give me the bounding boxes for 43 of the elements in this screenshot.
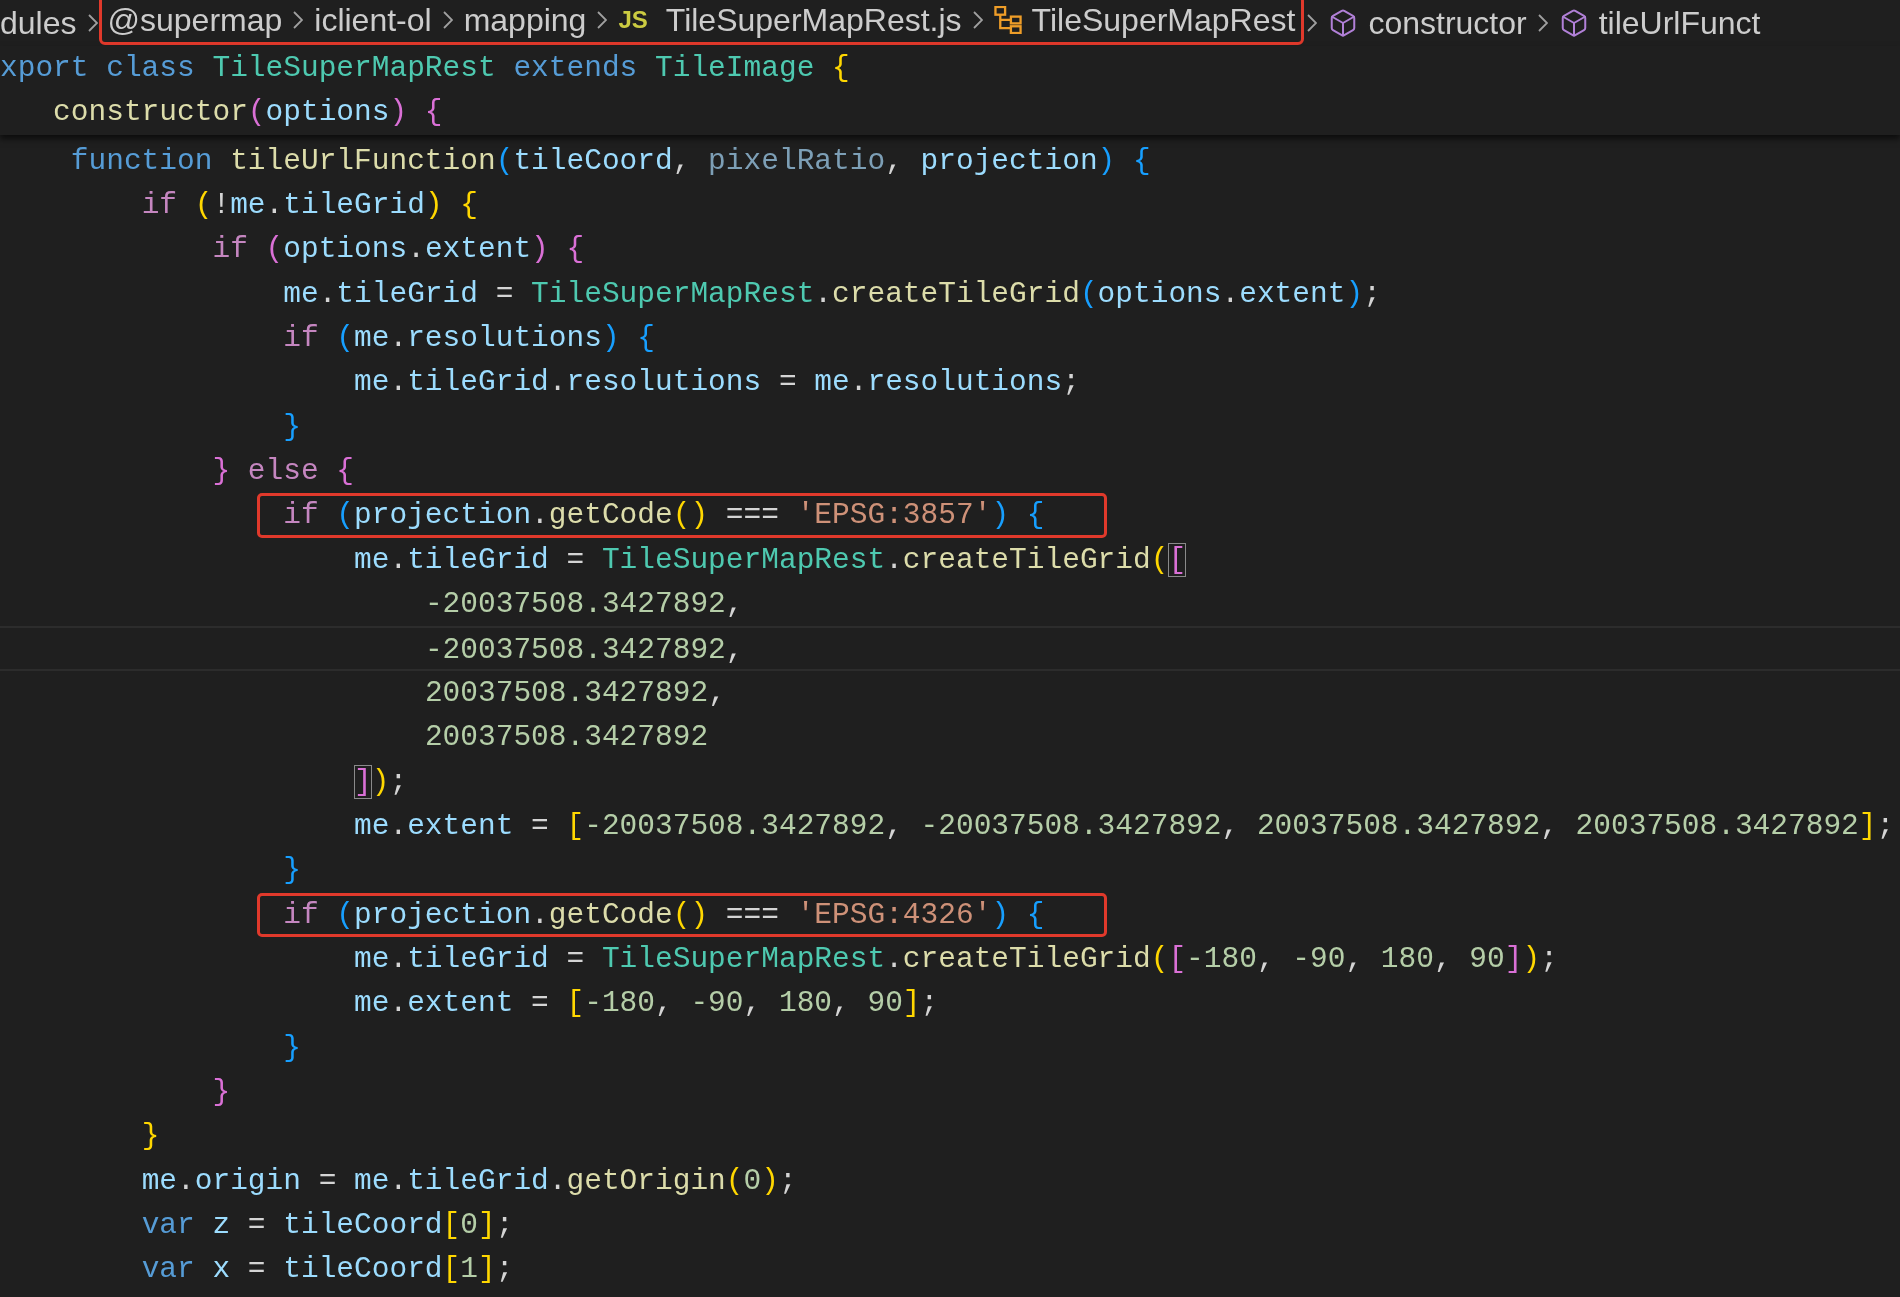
code-line: 20037508.3427892	[424, 719, 709, 757]
code-line: me.tileGrid = TileSuperMapRest.createTileGrid([	[354, 541, 1187, 579]
code-line: if (options.extent) {	[212, 231, 585, 269]
code-line: if (me.resolutions) {	[283, 320, 655, 358]
chevron-icon	[1537, 14, 1548, 32]
code-line: me.extent = [-180, -90, 180, 90];	[354, 985, 939, 1023]
code-line: 20037508.3427892,	[424, 674, 726, 712]
js-file-label: JS	[618, 5, 648, 35]
breadcrumb-item[interactable]: dules	[0, 0, 77, 46]
code-line: ]);	[354, 763, 408, 801]
code-line: me.extent = [-20037508.3427892, -20037508.3427892, 20037508.3427892, 20037508.3427892];	[354, 807, 1895, 845]
code-line: xport class TileSuperMapRest extends TileImage {	[0, 50, 850, 87]
class-symbol-icon	[993, 6, 1022, 34]
breadcrumb-item[interactable]: TileSuperMapRest.js	[665, 0, 962, 44]
code-line: }	[283, 408, 301, 446]
code-line: }	[141, 1118, 160, 1156]
code-line: var z = tileCoord[0];	[141, 1206, 514, 1244]
code-line: if (!me.tileGrid) {	[141, 187, 478, 225]
breadcrumb-item[interactable]: iclient-ol	[314, 0, 432, 44]
code-line: } else {	[212, 453, 355, 491]
code-line: }	[283, 852, 301, 890]
breadcrumb-item[interactable]: @supermap	[107, 0, 283, 44]
chevron-icon	[293, 11, 304, 29]
code-line: me.tileGrid = TileSuperMapRest.createTileGrid(options.extent);	[283, 275, 1381, 313]
code-line: }	[283, 1029, 301, 1067]
chevron-icon	[87, 14, 98, 32]
code-line: function tileUrlFunction(tileCoord, pixelRatio, projection) {	[70, 142, 1151, 180]
code-line: -20037508.3427892,	[424, 632, 744, 669]
breadcrumb-item[interactable]: tileUrlFunct	[1598, 0, 1761, 46]
chevron-icon	[972, 11, 983, 29]
breadcrumb-item[interactable]: mapping	[463, 0, 587, 44]
chevron-icon	[597, 11, 608, 29]
code-line: }	[212, 1073, 231, 1111]
code-line: constructor(options) {	[53, 94, 443, 132]
code-line: me.origin = me.tileGrid.getOrigin(0);	[141, 1162, 797, 1200]
code-line: var x = tileCoord[1];	[141, 1251, 514, 1289]
chevron-icon	[1307, 14, 1318, 32]
code-line: me.tileGrid = TileSuperMapRest.createTileGrid([-180, -90, 180, 90]);	[354, 940, 1558, 978]
breadcrumb-item[interactable]: constructor	[1368, 0, 1527, 46]
chevron-icon	[442, 11, 453, 29]
code-line: me.tileGrid.resolutions = me.resolutions;	[354, 364, 1080, 402]
breadcrumb-item[interactable]: TileSuperMapRest	[1031, 0, 1296, 44]
code-line: -20037508.3427892,	[424, 586, 744, 624]
